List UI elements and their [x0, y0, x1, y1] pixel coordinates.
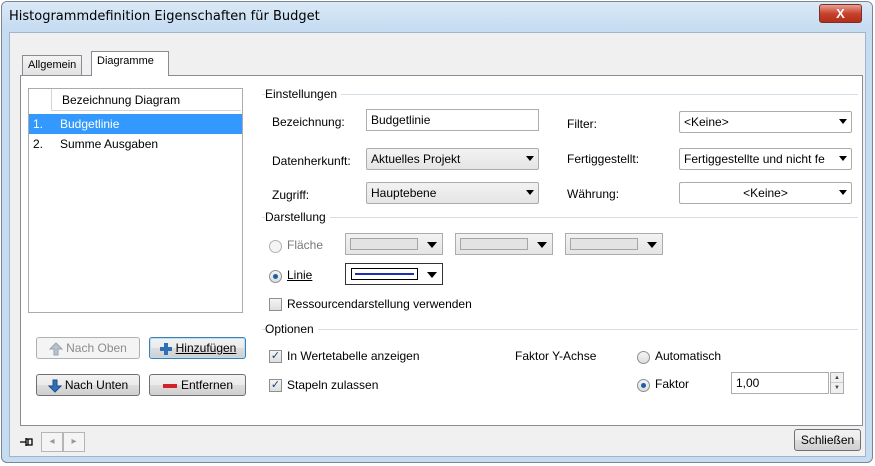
spin-down-icon[interactable]: ▼: [831, 383, 843, 393]
flaeche-radio[interactable]: [269, 240, 282, 253]
bezeichnung-label: Bezeichnung:: [272, 115, 345, 129]
window-title: Histogrammdefinition Eigenschaften für B…: [9, 9, 320, 24]
automatisch-label: Automatisch: [655, 349, 722, 363]
wertetabelle-label: In Wertetabelle anzeigen: [287, 349, 420, 363]
fertiggestellt-value: Fertiggestellte und nicht fe: [684, 152, 825, 166]
group-line-optionen: [262, 329, 858, 330]
filter-select[interactable]: <Keine>: [679, 111, 852, 133]
minus-icon: [162, 383, 177, 388]
close-button[interactable]: Schließen: [794, 429, 861, 451]
diagram-list[interactable]: Bezeichnung Diagram 1. Budgetlinie 2. Summ…: [28, 88, 243, 313]
list-item-number: 1.: [33, 117, 44, 131]
chevron-down-icon: [537, 242, 547, 248]
arrow-down-icon: [47, 379, 62, 393]
list-item-label: Summe Ausgaben: [60, 137, 159, 151]
line-preview: [351, 268, 418, 280]
tab-diagramme[interactable]: Diagramme: [91, 51, 169, 76]
linie-label: Linie: [287, 268, 313, 282]
group-einstellungen: Einstellungen: [265, 87, 342, 101]
zugriff-select[interactable]: Hauptebene: [366, 182, 539, 204]
line-swatch: [355, 273, 414, 275]
list-item[interactable]: 1. Budgetlinie: [29, 114, 242, 134]
zugriff-label: Zugriff:: [272, 188, 310, 202]
waehrung-select[interactable]: <Keine>: [679, 182, 852, 204]
waehrung-value: <Keine>: [743, 186, 788, 200]
status-bar: ◂ ▸ Schließen: [10, 427, 865, 457]
add-button[interactable]: Hinzufügen: [149, 337, 246, 359]
add-label: Hinzufügen: [175, 341, 237, 355]
tab-allgemein[interactable]: Allgemein: [22, 55, 83, 75]
flaeche-color-picker-2[interactable]: [455, 233, 553, 255]
column-header-bezeichnung[interactable]: Bezeichnung Diagram: [51, 89, 241, 111]
linie-radio[interactable]: [269, 270, 282, 283]
dialog-client: Allgemein Diagramme Bezeichnung Diagram …: [9, 32, 866, 457]
chevron-down-icon: [427, 242, 437, 248]
group-optionen: Optionen: [265, 322, 318, 336]
faktor-radio[interactable]: [637, 379, 650, 392]
datenherkunft-value: Aktuelles Projekt: [371, 152, 461, 166]
zugriff-value: Hauptebene: [371, 186, 437, 200]
move-up-button[interactable]: Nach Oben: [36, 337, 140, 359]
remove-label: Entfernen: [180, 378, 234, 392]
move-down-button[interactable]: Nach Unten: [36, 374, 140, 396]
chevron-down-icon: [526, 190, 534, 195]
chevron-down-icon: [526, 156, 534, 161]
chevron-down-icon: [839, 119, 847, 124]
flaeche-color-picker-3[interactable]: [565, 233, 663, 255]
list-item-label: Budgetlinie: [60, 117, 120, 131]
list-item-number: 2.: [33, 137, 44, 151]
chevron-down-icon: [427, 272, 437, 278]
linie-color-picker[interactable]: [345, 263, 443, 285]
faktor-field[interactable]: 1,00: [731, 372, 829, 394]
move-down-label: Nach Unten: [64, 378, 129, 392]
stapeln-label: Stapeln zulassen: [287, 378, 379, 392]
datenherkunft-label: Datenherkunft:: [272, 154, 351, 168]
title-bar: Histogrammdefinition Eigenschaften für B…: [2, 2, 872, 31]
filter-value: <Keine>: [684, 115, 729, 129]
ressourcen-checkbox[interactable]: [269, 298, 282, 311]
color-swatch: [570, 238, 638, 250]
next-arrow-icon[interactable]: ▸: [63, 432, 85, 452]
arrow-up-icon: [49, 342, 64, 356]
dialog-window: Histogrammdefinition Eigenschaften für B…: [1, 1, 873, 463]
prev-arrow-icon[interactable]: ◂: [41, 432, 63, 452]
waehrung-label: Währung:: [567, 187, 620, 201]
flaeche-color-picker-1[interactable]: [345, 233, 443, 255]
list-item[interactable]: 2. Summe Ausgaben: [29, 134, 242, 154]
group-line-einstellungen: [262, 94, 858, 95]
stapeln-checkbox[interactable]: ✓: [269, 379, 282, 392]
group-darstellung: Darstellung: [265, 210, 330, 224]
chevron-down-icon: [647, 242, 657, 248]
close-window-button[interactable]: X: [819, 4, 862, 23]
wertetabelle-checkbox[interactable]: ✓: [269, 350, 282, 363]
automatisch-radio[interactable]: [637, 351, 650, 364]
color-swatch: [350, 238, 418, 250]
faktor-y-achse-label: Faktor Y-Achse: [515, 349, 597, 363]
chevron-down-icon: [839, 156, 847, 161]
color-swatch: [460, 238, 528, 250]
chevron-down-icon: [839, 190, 847, 195]
filter-label: Filter:: [567, 117, 597, 131]
faktor-spinner[interactable]: ▲ ▼: [830, 372, 844, 394]
pin-icon[interactable]: [19, 436, 35, 448]
faktor-label: Faktor: [655, 377, 690, 391]
group-line-darstellung: [262, 217, 858, 218]
spin-up-icon[interactable]: ▲: [831, 373, 843, 383]
fertiggestellt-label: Fertiggestellt:: [567, 152, 640, 166]
datenherkunft-select[interactable]: Aktuelles Projekt: [366, 148, 539, 170]
flaeche-label: Fläche: [287, 238, 324, 252]
ressourcen-label: Ressourcendarstellung verwenden: [287, 297, 472, 311]
plus-icon: [159, 342, 172, 355]
bezeichnung-field[interactable]: Budgetlinie: [366, 109, 539, 131]
fertiggestellt-select[interactable]: Fertiggestellte und nicht fe: [679, 148, 852, 170]
move-up-label: Nach Oben: [66, 341, 127, 355]
remove-button[interactable]: Entfernen: [149, 374, 246, 396]
